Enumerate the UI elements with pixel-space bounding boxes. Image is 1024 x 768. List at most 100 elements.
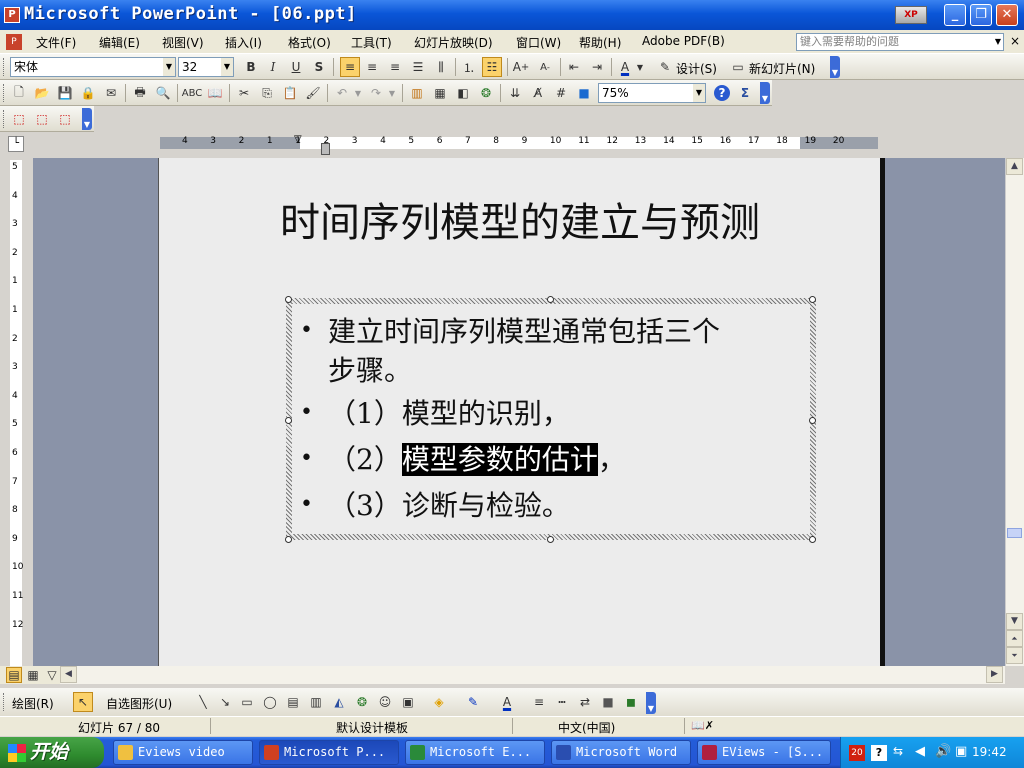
bold-button[interactable]: B <box>243 59 259 75</box>
resize-handle[interactable] <box>285 417 292 424</box>
chevron-down-icon[interactable]: ▼ <box>163 58 175 76</box>
font-select[interactable]: 宋体 ▼ <box>10 57 176 77</box>
arrow-icon[interactable]: ↘ <box>217 694 233 710</box>
chevron-down-icon[interactable]: ▼ <box>636 59 644 75</box>
left-indent-marker[interactable] <box>321 143 330 155</box>
show-grid-icon[interactable]: # <box>553 85 569 101</box>
pdf-email-icon[interactable]: ⬚ <box>34 111 50 127</box>
previous-slide-icon[interactable]: ⏶ <box>1006 630 1023 647</box>
scroll-up-icon[interactable]: ▲ <box>1006 158 1023 175</box>
font-color-icon[interactable]: A <box>617 59 633 75</box>
resize-handle[interactable] <box>809 296 816 303</box>
arrow-style-icon[interactable]: ⇄ <box>577 694 593 710</box>
task-eviews-video[interactable]: Eviews video <box>113 740 253 765</box>
grip-handle[interactable] <box>3 693 6 711</box>
show-formatting-icon[interactable]: A̸ <box>530 85 546 101</box>
format-painter-icon[interactable]: 🖌 <box>305 85 321 101</box>
chevron-down-icon[interactable]: ▼ <box>221 58 233 76</box>
font-size-select[interactable]: 32 ▼ <box>178 57 234 77</box>
toolbar-options-icon[interactable]: ▼ <box>760 82 770 104</box>
bullet-text[interactable]: （2）模型参数的估计， <box>328 438 626 478</box>
menu-format[interactable]: 格式(O) <box>288 34 331 51</box>
line-icon[interactable]: ╲ <box>195 694 211 710</box>
bullet-text[interactable]: 建立时间序列模型通常包括三个 <box>328 310 720 350</box>
research-icon[interactable]: 📖 <box>207 85 223 101</box>
increase-font-icon[interactable]: A + <box>513 59 530 75</box>
dash-style-icon[interactable]: ┅ <box>554 694 570 710</box>
pdf-convert-icon[interactable]: ⬚ <box>11 111 27 127</box>
line-style-icon[interactable]: ≡ <box>531 694 547 710</box>
minimize-button[interactable]: _ <box>944 4 966 26</box>
diagram-icon[interactable]: ❂ <box>354 694 370 710</box>
cut-icon[interactable]: ✂ <box>236 85 252 101</box>
tray-volume-icon[interactable]: 🔊 <box>935 744 951 759</box>
picture-icon[interactable]: ▣ <box>400 694 416 710</box>
menu-edit[interactable]: 编辑(E) <box>99 34 140 51</box>
justify-icon[interactable]: ☰ <box>410 59 426 75</box>
decrease-font-icon[interactable]: A- <box>537 59 553 75</box>
menu-insert[interactable]: 插入(I) <box>225 34 262 51</box>
color-grayscale-icon[interactable]: ■ <box>576 85 592 101</box>
permission-icon[interactable]: 🔒 <box>80 85 96 101</box>
redo-icon[interactable]: ↷ <box>368 85 384 101</box>
menu-help[interactable]: 帮助(H) <box>579 34 621 51</box>
resize-handle[interactable] <box>809 417 816 424</box>
copy-icon[interactable]: ⎘ <box>259 85 275 101</box>
new-icon[interactable]: 🗋 <box>11 85 27 101</box>
select-pointer-icon[interactable]: ↖ <box>73 692 93 712</box>
3d-style-icon[interactable]: ◼ <box>623 694 639 710</box>
draw-menu-button[interactable]: 绘图(R) <box>12 695 54 712</box>
clipart-icon[interactable]: ☺ <box>377 694 393 710</box>
menu-file[interactable]: 文件(F) <box>36 34 76 51</box>
title-bar[interactable]: P Microsoft PowerPoint - [06.ppt] XP _ ❐… <box>0 0 1024 30</box>
italic-button[interactable]: I <box>265 59 281 75</box>
slide-sorter-icon[interactable]: ▦ <box>25 667 41 683</box>
task-eviews[interactable]: EViews - [S... <box>697 740 831 765</box>
align-center-icon[interactable]: ≡ <box>364 59 380 75</box>
toolbar-options-icon[interactable]: ▼ <box>646 692 656 714</box>
scroll-right-icon[interactable]: ▶ <box>986 666 1003 683</box>
first-line-indent-marker[interactable]: ▽ <box>294 134 302 145</box>
menu-adobe-pdf[interactable]: Adobe PDF(B) <box>642 34 725 48</box>
grip-handle[interactable] <box>3 58 6 76</box>
autoshapes-button[interactable]: 自选图形(U) <box>106 695 172 712</box>
resize-handle[interactable] <box>809 536 816 543</box>
undo-icon[interactable]: ↶ <box>334 85 350 101</box>
sigma-icon[interactable]: Σ <box>737 85 753 101</box>
tray-network-icon[interactable]: ⇆ <box>893 744 903 758</box>
email-icon[interactable]: ✉ <box>103 85 119 101</box>
distribute-icon[interactable]: ⫼ <box>433 59 449 75</box>
bullet-text[interactable]: （1）模型的识别， <box>328 392 570 432</box>
chevron-down-icon[interactable]: ▼ <box>354 85 362 101</box>
bullet-text[interactable]: 步骤。 <box>328 349 412 389</box>
resize-handle[interactable] <box>547 296 554 303</box>
tables-borders-icon[interactable]: ◧ <box>455 85 471 101</box>
document-close-button[interactable]: × <box>1010 34 1020 48</box>
resize-handle[interactable] <box>547 536 554 543</box>
chevron-down-icon[interactable]: ▼ <box>995 34 1001 50</box>
menu-slideshow[interactable]: 幻灯片放映(D) <box>414 34 493 51</box>
grip-handle[interactable] <box>3 110 6 128</box>
insert-chart-icon[interactable]: ▥ <box>409 85 425 101</box>
task-word[interactable]: Microsoft Word <box>551 740 691 765</box>
save-icon[interactable]: 💾 <box>57 85 73 101</box>
scroll-thumb[interactable] <box>1007 528 1022 538</box>
print-icon[interactable]: 🖶 <box>132 85 148 101</box>
new-slide-button[interactable]: 新幻灯片(N) <box>749 60 815 77</box>
align-right-icon[interactable]: ≡ <box>387 59 403 75</box>
expand-all-icon[interactable]: ⇊ <box>507 85 523 101</box>
menu-tools[interactable]: 工具(T) <box>351 34 392 51</box>
toolbar-options-icon[interactable]: ▼ <box>830 56 840 78</box>
fill-color-icon[interactable]: ◈ <box>431 694 447 710</box>
normal-view-icon[interactable]: ▤ <box>6 667 22 683</box>
shadow-style-icon[interactable]: ■ <box>600 694 616 710</box>
open-folder-icon[interactable]: 📂 <box>34 85 50 101</box>
chevron-down-icon[interactable]: ▼ <box>693 84 705 102</box>
zoom-select[interactable]: 75% ▼ <box>598 83 706 103</box>
spelling-icon[interactable]: ABC <box>182 85 203 101</box>
task-powerpoint[interactable]: Microsoft P... <box>259 740 399 765</box>
paste-icon[interactable]: 📋 <box>282 85 298 101</box>
close-button[interactable]: ✕ <box>996 4 1018 26</box>
restore-button[interactable]: ❐ <box>970 4 992 26</box>
tray-app-icon[interactable]: 20 <box>849 745 865 761</box>
